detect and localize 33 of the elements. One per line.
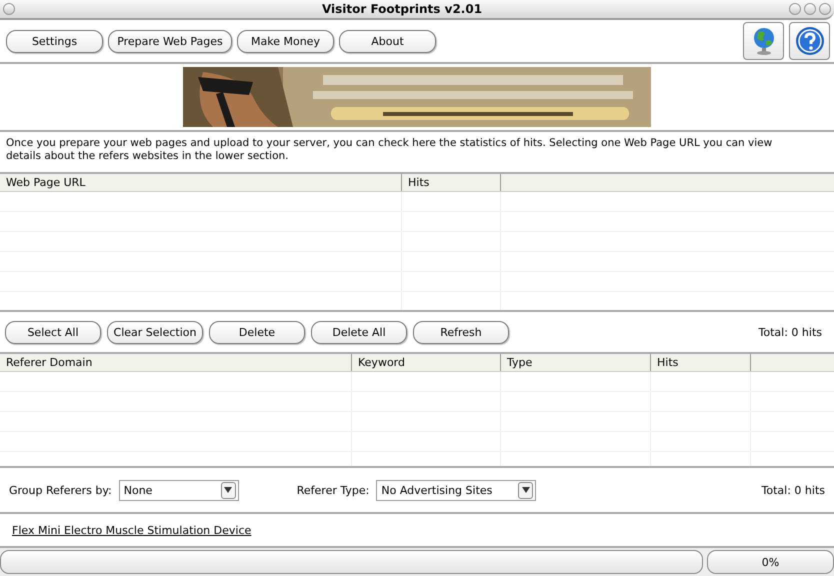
column-header[interactable]: Hits xyxy=(651,354,751,371)
column-header[interactable]: Referer Domain xyxy=(0,354,352,371)
window-title: Visitor Footprints v2.01 xyxy=(320,2,484,16)
minimize-button[interactable] xyxy=(789,3,801,15)
toolbar-button[interactable]: Prepare Web Pages xyxy=(108,30,232,52)
toolbar-button[interactable]: Settings xyxy=(6,30,103,52)
column-header[interactable]: Web Page URL xyxy=(0,174,402,191)
dropdown-arrow-icon xyxy=(522,487,530,493)
action-button[interactable]: Refresh xyxy=(413,320,509,344)
group-dropdown[interactable]: None xyxy=(118,480,239,500)
action-button[interactable]: Delete All xyxy=(311,320,407,344)
column-header[interactable]: Keyword xyxy=(352,354,501,371)
help-button[interactable] xyxy=(789,22,830,60)
toolbar-button[interactable]: About xyxy=(339,30,436,52)
column-header[interactable]: Hits xyxy=(402,174,501,191)
help-icon xyxy=(794,26,824,56)
total-hits: Total: 0 hits xyxy=(758,326,822,338)
toolbar-button[interactable]: Make Money xyxy=(237,30,334,52)
total-hits: Total: 0 hits xyxy=(762,484,825,496)
progress-reading: 0% xyxy=(762,556,780,568)
action-button[interactable]: Delete xyxy=(209,320,305,344)
column-header[interactable]: Type xyxy=(501,354,651,371)
window-menu-button[interactable] xyxy=(3,3,15,15)
action-button[interactable]: Clear Selection xyxy=(107,320,203,344)
product-link[interactable]: Flex Mini Electro Muscle Stimulation Device xyxy=(12,524,252,536)
maximize-button[interactable] xyxy=(804,3,816,15)
close-button[interactable] xyxy=(819,3,831,15)
type-dropdown[interactable]: No Advertising Sites xyxy=(376,480,536,500)
group-label: Group Referers by: xyxy=(9,484,112,496)
dropdown-arrow-icon xyxy=(224,487,232,493)
type-label: Referer Type: xyxy=(296,484,370,496)
action-button[interactable]: Select All xyxy=(5,320,101,344)
globe-button[interactable] xyxy=(743,22,784,60)
